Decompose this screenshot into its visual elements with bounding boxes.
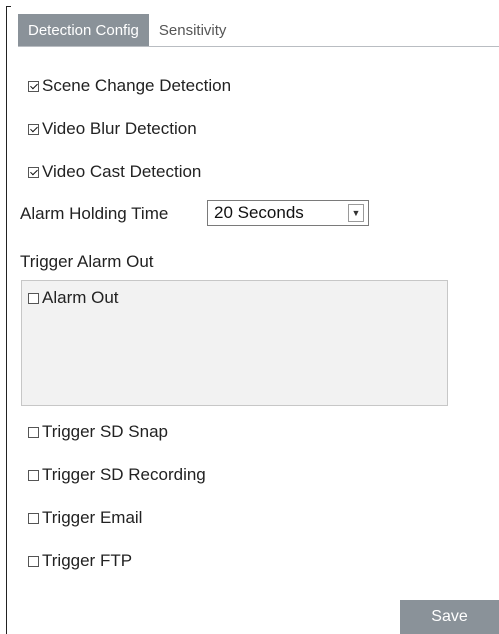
video-blur-checkbox[interactable] (28, 123, 39, 135)
alarm-holding-label: Alarm Holding Time (20, 204, 169, 223)
frame-border (6, 6, 7, 634)
tab-divider (18, 46, 499, 47)
trigger-email-label: Trigger Email (42, 508, 143, 527)
trigger-email-option[interactable]: Trigger Email (28, 506, 142, 530)
alarm-out-list: Alarm Out (21, 280, 448, 406)
trigger-ftp-label: Trigger FTP (42, 551, 133, 570)
tab-detection-config[interactable]: Detection Config (18, 14, 149, 46)
trigger-ftp-checkbox[interactable] (28, 555, 39, 567)
alarm-out-checkbox[interactable] (28, 292, 39, 304)
tab-bar: Detection Config Sensitivity (18, 14, 236, 46)
video-cast-label: Video Cast Detection (42, 162, 202, 181)
scene-change-label: Scene Change Detection (42, 76, 232, 95)
save-button[interactable]: Save (400, 600, 499, 634)
alarm-out-option[interactable]: Alarm Out (28, 287, 119, 309)
chevron-down-icon[interactable]: ▼ (348, 204, 364, 222)
frame-corner (6, 6, 11, 7)
video-cast-option[interactable]: Video Cast Detection (28, 160, 201, 184)
video-blur-label: Video Blur Detection (42, 119, 197, 138)
tab-sensitivity[interactable]: Sensitivity (149, 14, 237, 46)
scene-change-checkbox[interactable] (28, 80, 39, 92)
alarm-out-label: Alarm Out (42, 288, 119, 307)
trigger-sd-snap-label: Trigger SD Snap (42, 422, 168, 441)
trigger-alarm-out-label: Trigger Alarm Out (20, 252, 154, 271)
trigger-ftp-option[interactable]: Trigger FTP (28, 549, 132, 573)
video-cast-checkbox[interactable] (28, 166, 39, 178)
alarm-holding-select[interactable]: 20 Seconds ▼ (207, 200, 369, 226)
scene-change-option[interactable]: Scene Change Detection (28, 74, 231, 98)
trigger-sd-snap-checkbox[interactable] (28, 426, 39, 438)
trigger-sd-recording-label: Trigger SD Recording (42, 465, 206, 484)
trigger-sd-snap-option[interactable]: Trigger SD Snap (28, 420, 168, 444)
trigger-sd-recording-checkbox[interactable] (28, 469, 39, 481)
alarm-holding-value: 20 Seconds (214, 203, 304, 222)
trigger-email-checkbox[interactable] (28, 512, 39, 524)
video-blur-option[interactable]: Video Blur Detection (28, 117, 197, 141)
trigger-sd-recording-option[interactable]: Trigger SD Recording (28, 463, 206, 487)
